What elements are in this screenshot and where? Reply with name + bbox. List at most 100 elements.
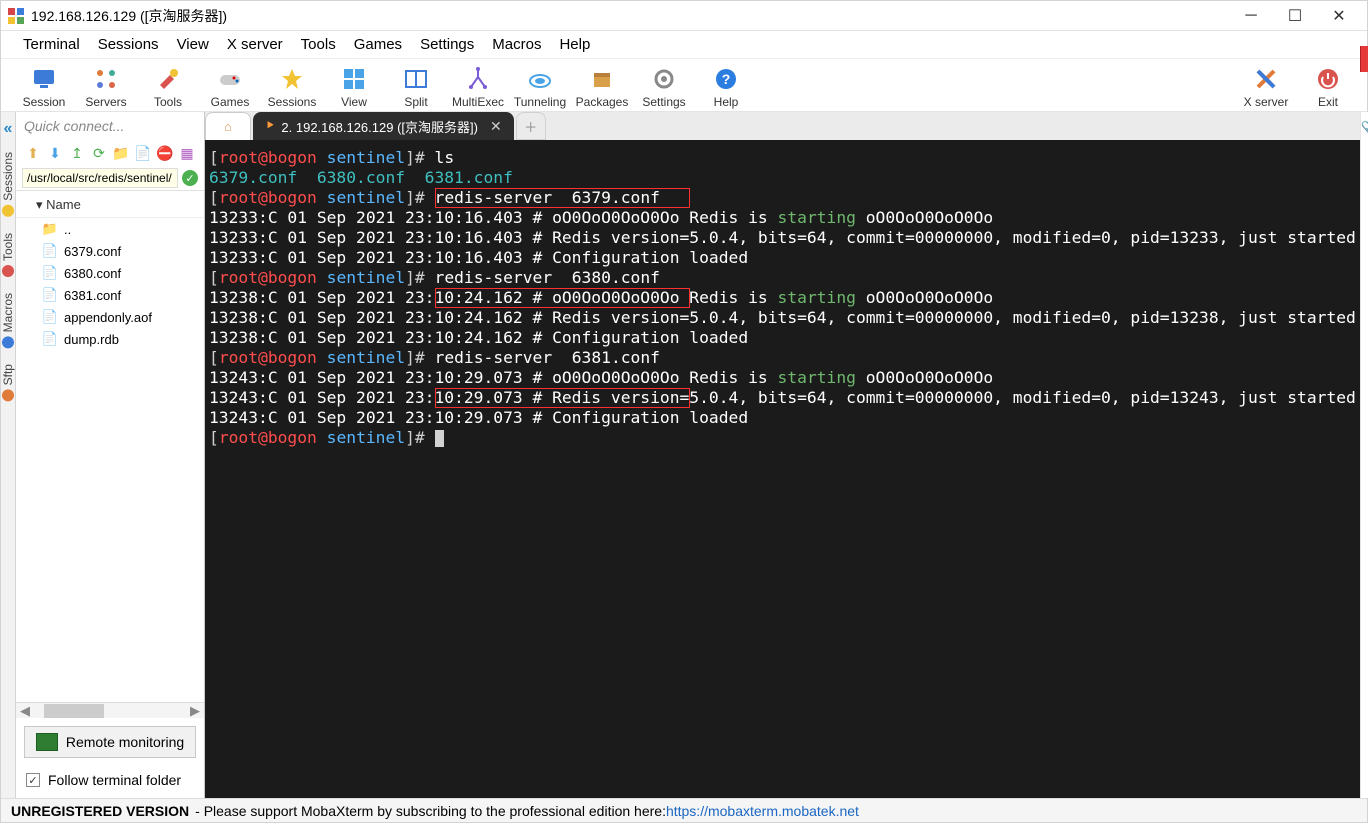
path-input[interactable]: /usr/local/src/redis/sentinel/ — [22, 168, 178, 188]
menu-help[interactable]: Help — [551, 32, 598, 57]
conf-file-icon: 📄 — [42, 243, 58, 259]
app-logo-icon — [7, 7, 25, 25]
external-red-chip — [1360, 46, 1368, 72]
tool-settings[interactable]: Settings — [633, 63, 695, 109]
menu-terminal[interactable]: Terminal — [15, 32, 88, 57]
status-text: - Please support MobaXterm by subscribin… — [195, 803, 666, 819]
right-gutter: 📎 — [1360, 112, 1368, 798]
vtab-macros[interactable]: Macros — [1, 285, 15, 356]
tab-label: 2. 192.168.126.129 ([京淘服务器]) — [281, 117, 478, 136]
window-title: 192.168.126.129 ([京淘服务器]) — [31, 6, 227, 26]
star-icon — [280, 67, 304, 91]
menu-view[interactable]: View — [169, 32, 217, 57]
new-file-icon[interactable]: 📄 — [134, 144, 152, 162]
status-ok-icon: ✓ — [182, 170, 198, 186]
menu-xserver[interactable]: X server — [219, 32, 291, 57]
file-row[interactable]: 📄appendonly.aof — [16, 306, 204, 328]
main-area: ⌂ ⯈ 2. 192.168.126.129 ([京淘服务器]) ✕ ＋ [ro… — [205, 112, 1360, 798]
file-icon: 📄 — [42, 309, 58, 325]
tab-bar: ⌂ ⯈ 2. 192.168.126.129 ([京淘服务器]) ✕ ＋ — [205, 112, 1360, 140]
help-icon: ? — [714, 67, 738, 91]
terminal-tab-active[interactable]: ⯈ 2. 192.168.126.129 ([京淘服务器]) ✕ — [253, 112, 514, 140]
statusbar: UNREGISTERED VERSION - Please support Mo… — [1, 798, 1367, 822]
tunnel-icon — [528, 67, 552, 91]
tool-games[interactable]: Games — [199, 63, 261, 109]
servers-icon — [94, 67, 118, 91]
upload-icon[interactable]: ⬆ — [24, 144, 42, 162]
home-tab[interactable]: ⌂ — [205, 112, 251, 140]
new-tab-button[interactable]: ＋ — [516, 112, 546, 140]
macro-dot-icon — [2, 336, 14, 348]
checkbox-checked-icon: ✓ — [26, 773, 40, 787]
vtab-sessions[interactable]: Sessions — [1, 144, 15, 225]
new-folder-icon[interactable]: 📁 — [112, 144, 130, 162]
conf-file-icon: 📄 — [42, 287, 58, 303]
tool-help[interactable]: ?Help — [695, 63, 757, 109]
tool-multiexec[interactable]: MultiExec — [447, 63, 509, 109]
menu-tools[interactable]: Tools — [293, 32, 344, 57]
tool-sessions[interactable]: Sessions — [261, 63, 323, 109]
tab-close-icon[interactable]: ✕ — [490, 118, 502, 135]
file-list: ▾ Name 📁.. 📄6379.conf 📄6380.conf 📄6381.c… — [16, 190, 204, 702]
menu-settings[interactable]: Settings — [412, 32, 482, 57]
status-link[interactable]: https://mobaxterm.mobatek.net — [666, 803, 859, 819]
file-row-parent[interactable]: 📁.. — [16, 218, 204, 240]
home-icon: ⌂ — [224, 119, 232, 134]
tool-session[interactable]: Session — [13, 63, 75, 109]
tool-view[interactable]: View — [323, 63, 385, 109]
file-list-header[interactable]: ▾ Name — [16, 193, 204, 218]
package-icon — [590, 67, 614, 91]
tool-exit[interactable]: Exit — [1297, 63, 1359, 109]
quick-connect-input[interactable]: Quick connect... — [16, 112, 204, 140]
sftp-panel: Quick connect... ⬆ ⬇ ↥ ⟳ 📁 📄 ⛔ ▦ /usr/lo… — [16, 112, 205, 798]
x-icon — [1254, 67, 1278, 91]
menu-games[interactable]: Games — [346, 32, 410, 57]
remote-monitoring-button[interactable]: Remote monitoring — [24, 726, 196, 758]
tool-tools[interactable]: Tools — [137, 63, 199, 109]
vtab-tools[interactable]: Tools — [1, 225, 15, 285]
refresh-icon[interactable]: ⟳ — [90, 144, 108, 162]
chevron-left-icon[interactable]: « — [4, 114, 13, 144]
file-row[interactable]: 📄6379.conf — [16, 240, 204, 262]
maximize-button[interactable]: ☐ — [1273, 2, 1317, 30]
menu-macros[interactable]: Macros — [484, 32, 549, 57]
unregistered-label: UNREGISTERED VERSION — [11, 803, 189, 819]
window-controls: ─ ☐ ✕ — [1229, 2, 1361, 30]
vtab-sftp[interactable]: Sftp — [1, 356, 15, 409]
file-row[interactable]: 📄6380.conf — [16, 262, 204, 284]
sftp-dot-icon — [2, 389, 14, 401]
follow-terminal-checkbox[interactable]: ✓Follow terminal folder — [26, 772, 194, 788]
grid-icon — [342, 67, 366, 91]
terminal-tab-icon: ⯈ — [265, 118, 275, 134]
tool-servers[interactable]: Servers — [75, 63, 137, 109]
fork-icon — [466, 67, 490, 91]
sftp-toolbar: ⬆ ⬇ ↥ ⟳ 📁 📄 ⛔ ▦ — [16, 140, 204, 166]
power-icon — [1316, 67, 1340, 91]
terminal[interactable]: [root@bogon sentinel]# ls 6379.conf 6380… — [205, 140, 1360, 798]
download-icon[interactable]: ⬇ — [46, 144, 64, 162]
gear-icon — [652, 67, 676, 91]
close-button[interactable]: ✕ — [1317, 2, 1361, 30]
horizontal-scrollbar[interactable]: ◀▶ — [16, 702, 204, 718]
vertical-sidebar: « Sessions Tools Macros Sftp — [1, 112, 16, 798]
tool-packages[interactable]: Packages — [571, 63, 633, 109]
svg-text:?: ? — [722, 71, 731, 87]
paperclip-icon[interactable]: 📎 — [1361, 120, 1368, 140]
delete-icon[interactable]: ⛔ — [156, 144, 174, 162]
file-row[interactable]: 📄dump.rdb — [16, 328, 204, 350]
refresh-up-icon[interactable]: ↥ — [68, 144, 86, 162]
cursor — [435, 430, 444, 447]
minimize-button[interactable]: ─ — [1229, 2, 1273, 30]
tool-tunneling[interactable]: Tunneling — [509, 63, 571, 109]
file-row[interactable]: 📄6381.conf — [16, 284, 204, 306]
folder-up-icon: 📁 — [42, 221, 58, 237]
split-icon — [404, 67, 428, 91]
tool-split[interactable]: Split — [385, 63, 447, 109]
path-row: /usr/local/src/redis/sentinel/ ✓ — [16, 166, 204, 190]
menu-sessions[interactable]: Sessions — [90, 32, 167, 57]
tool-xserver[interactable]: X server — [1235, 63, 1297, 109]
app-window: 192.168.126.129 ([京淘服务器]) ─ ☐ ✕ Terminal… — [0, 0, 1368, 823]
tools-icon — [156, 67, 180, 91]
gamepad-icon — [218, 67, 242, 91]
columns-icon[interactable]: ▦ — [178, 144, 196, 162]
